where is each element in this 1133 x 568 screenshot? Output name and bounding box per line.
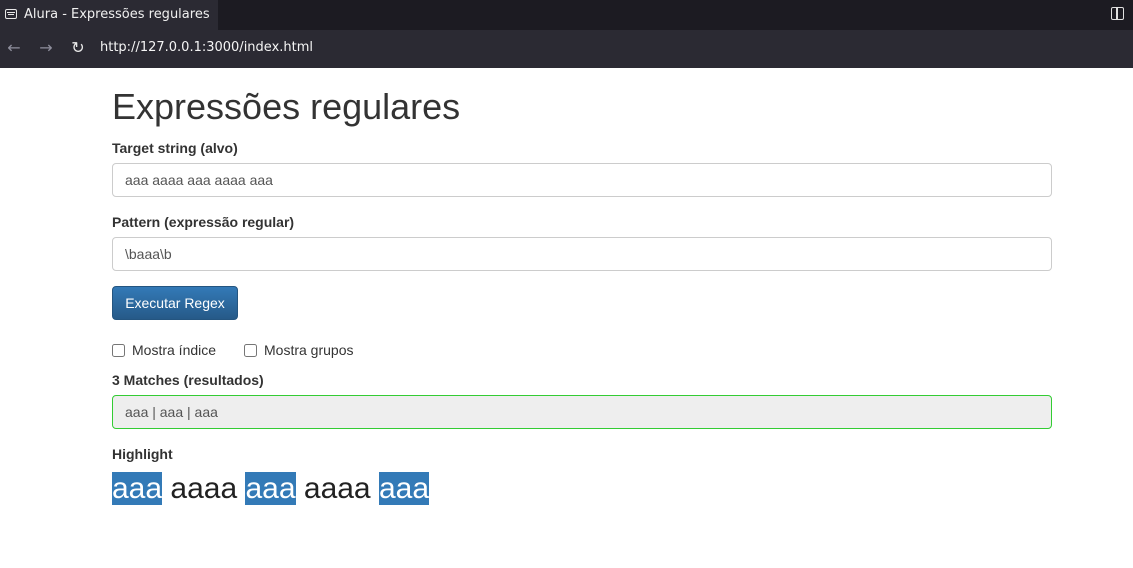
target-input[interactable] <box>112 163 1052 197</box>
highlight-match: aaa <box>245 472 296 505</box>
page-icon <box>5 9 17 19</box>
show-groups-label: Mostra grupos <box>264 342 354 358</box>
pattern-label: Pattern (expressão regular) <box>112 214 295 230</box>
tab-title: Alura - Expressões regulares <box>24 7 210 22</box>
highlight-text: aaaa <box>162 472 246 505</box>
matches-result-field: aaa | aaa | aaa <box>112 395 1052 429</box>
highlight-output: aaa aaaa aaa aaaa aaa <box>112 472 430 506</box>
browser-tab[interactable]: Alura - Expressões regulares <box>0 0 218 30</box>
highlight-match: aaa <box>378 472 430 505</box>
show-index-checkbox-input[interactable] <box>112 343 125 357</box>
highlight-text: aaaa <box>295 472 379 505</box>
highlight-label: Highlight <box>112 446 173 462</box>
back-arrow-icon[interactable]: ← <box>4 38 24 58</box>
page-title: Expressões regulares <box>112 86 461 127</box>
url-bar[interactable]: http://127.0.0.1:3000/index.html <box>100 40 313 55</box>
forward-arrow-icon[interactable]: → <box>36 38 56 58</box>
show-index-checkbox[interactable]: Mostra índice <box>112 342 216 358</box>
matches-label: 3 Matches (resultados) <box>112 372 264 388</box>
show-groups-checkbox-input[interactable] <box>244 343 257 357</box>
reload-icon[interactable]: ↻ <box>68 38 88 58</box>
highlight-match: aaa <box>112 472 163 505</box>
pattern-input[interactable] <box>112 237 1052 271</box>
show-groups-checkbox[interactable]: Mostra grupos <box>244 342 353 358</box>
execute-regex-button[interactable]: Executar Regex <box>112 286 238 320</box>
target-label: Target string (alvo) <box>112 140 238 156</box>
show-index-label: Mostra índice <box>132 342 217 358</box>
sidebar-toggle-icon[interactable] <box>1111 7 1124 20</box>
browser-tab-bar: Alura - Expressões regulares <box>0 0 1133 30</box>
